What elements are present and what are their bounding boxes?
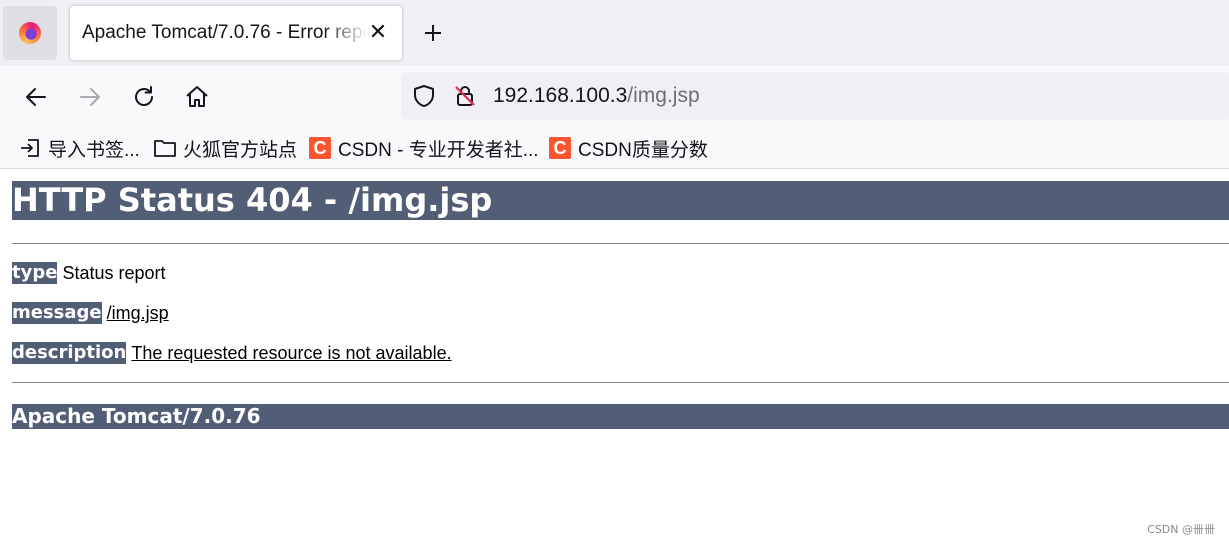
navigation-toolbar: 192.168.100.3/img.jsp — [0, 66, 1229, 128]
import-icon — [21, 139, 39, 157]
home-icon[interactable] — [184, 84, 210, 110]
arrow-right-icon[interactable] — [77, 84, 103, 110]
watermark: CSDN @卌卌 — [1147, 523, 1215, 536]
csdn-icon: C — [309, 137, 331, 159]
bookmark-folder-firefox[interactable]: 火狐官方站点 — [153, 134, 297, 162]
reload-icon[interactable] — [131, 84, 157, 110]
message-label: message — [12, 302, 102, 324]
close-icon[interactable]: ✕ — [368, 21, 388, 43]
description-row: description The requested resource is no… — [12, 342, 452, 364]
url-host: 192.168.100.3 — [493, 84, 628, 107]
page-title: HTTP Status 404 - /img.jsp — [12, 181, 1229, 220]
url-text[interactable]: 192.168.100.3/img.jsp — [493, 72, 700, 120]
folder-icon — [154, 140, 176, 157]
divider — [12, 382, 1229, 383]
bookmark-label: CSDN质量分数 — [578, 139, 708, 161]
url-bar[interactable]: 192.168.100.3/img.jsp — [401, 72, 1229, 120]
server-footer: Apache Tomcat/7.0.76 — [12, 404, 1229, 429]
divider — [12, 243, 1229, 244]
csdn-icon: C — [549, 137, 571, 159]
bookmark-csdn[interactable]: C CSDN - 专业开发者社... — [308, 134, 539, 162]
url-path: /img.jsp — [627, 84, 700, 107]
bookmarks-toolbar: 导入书签... 火狐官方站点 C CSDN - 专业开发者社... C CSDN… — [0, 128, 1229, 169]
type-label: type — [12, 262, 58, 284]
firefox-icon — [19, 22, 41, 44]
type-value: Status report — [62, 263, 166, 283]
bookmark-import[interactable]: 导入书签... — [18, 134, 140, 162]
tab-strip: Apache Tomcat/7.0.76 - Error report ✕ — [0, 0, 1229, 66]
bookmark-label: CSDN - 专业开发者社... — [338, 139, 539, 161]
new-tab-button[interactable] — [420, 20, 446, 46]
message-value: /img.jsp — [106, 303, 169, 323]
plus-icon — [425, 25, 441, 41]
insecure-lock-icon[interactable] — [453, 84, 477, 108]
arrow-left-icon[interactable] — [23, 84, 49, 110]
type-row: type Status report — [12, 262, 166, 284]
bookmark-label: 导入书签... — [48, 139, 140, 161]
bookmark-label: 火狐官方站点 — [183, 139, 298, 161]
shield-icon[interactable] — [412, 84, 436, 108]
description-value: The requested resource is not available. — [131, 343, 452, 363]
tab-title: Apache Tomcat/7.0.76 - Error report — [82, 22, 368, 43]
bookmark-csdn-quality[interactable]: C CSDN质量分数 — [548, 134, 708, 162]
firefox-view-button[interactable] — [3, 6, 57, 60]
message-row: message /img.jsp — [12, 302, 169, 324]
tab-active[interactable]: Apache Tomcat/7.0.76 - Error report ✕ — [70, 6, 402, 60]
page-content: HTTP Status 404 - /img.jsp type Status r… — [0, 169, 1229, 545]
description-label: description — [12, 342, 127, 364]
